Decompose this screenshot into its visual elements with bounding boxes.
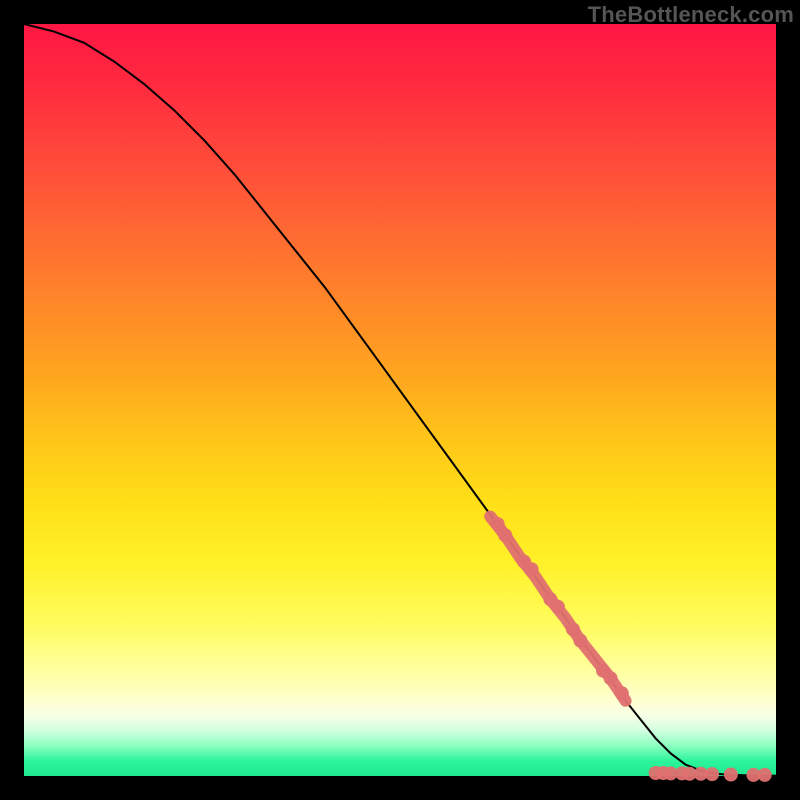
curve-line <box>24 24 776 776</box>
chart-overlay <box>24 24 776 776</box>
chart-frame <box>24 24 776 776</box>
baseline-points <box>649 766 772 782</box>
